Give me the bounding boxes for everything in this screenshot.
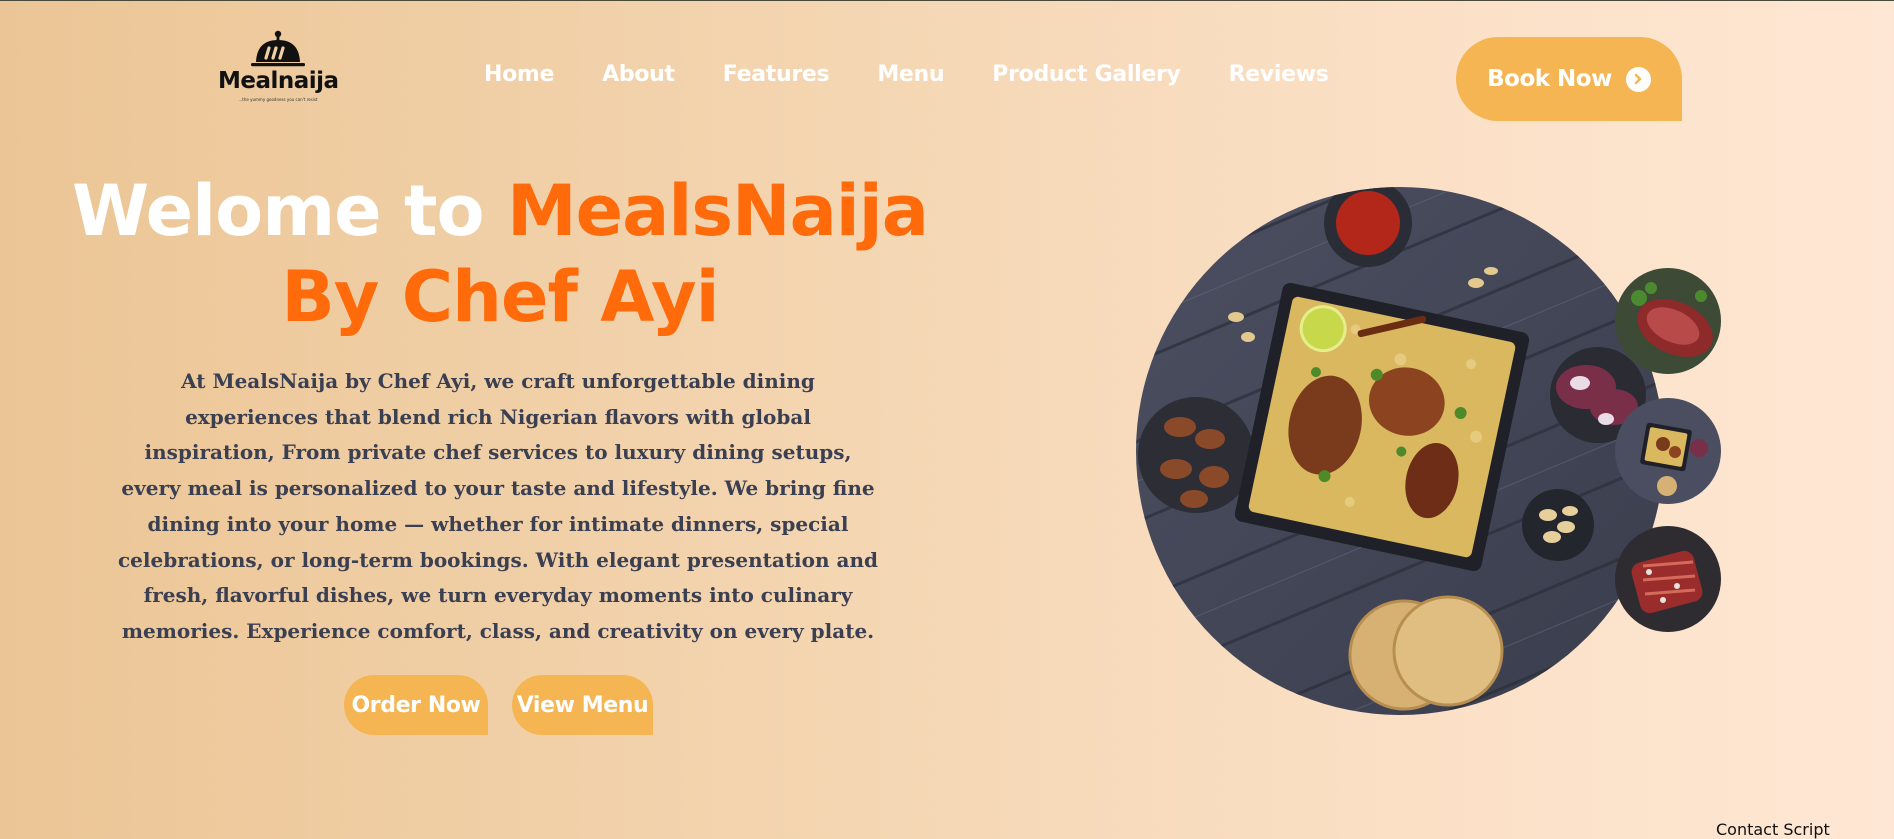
logo-tagline: ...the yummy goodness you can't resist [238,97,318,102]
hero-food-image [1136,187,1664,715]
hero-description: At MealsNaija by Chef Ayi, we craft unfo… [118,369,878,643]
chevron-right-circle-icon [1625,66,1651,92]
nav-home[interactable]: Home [484,62,554,87]
top-border [0,0,1894,1]
gallery-thumbnail-rice-tray[interactable] [1615,398,1721,504]
book-now-label: Book Now [1487,66,1612,92]
hero-title: Welome to MealsNaija By Chef Ayi [60,168,940,340]
book-now-button[interactable]: Book Now [1456,37,1682,121]
order-now-button[interactable]: Order Now [344,675,488,735]
nav-menu[interactable]: Menu [877,62,944,87]
site-logo[interactable]: Mealnaija ...the yummy goodness you can'… [218,30,339,112]
nav-features[interactable]: Features [723,62,830,87]
logo-wordmark: Mealnaija [218,68,339,94]
nav-product-gallery[interactable]: Product Gallery [992,62,1181,87]
gallery-thumbnail-steak[interactable] [1615,268,1721,374]
view-menu-button[interactable]: View Menu [512,675,653,735]
nav-about[interactable]: About [602,62,675,87]
hero-title-welcome: Welome to [71,170,507,252]
cloche-icon [251,30,305,67]
contact-script-peek[interactable]: Contact Script [1716,820,1830,839]
main-nav: Home About Features Menu Product Gallery… [484,62,1329,87]
nav-reviews[interactable]: Reviews [1229,62,1329,87]
gallery-thumbnail-grilled-meat[interactable] [1615,526,1721,632]
